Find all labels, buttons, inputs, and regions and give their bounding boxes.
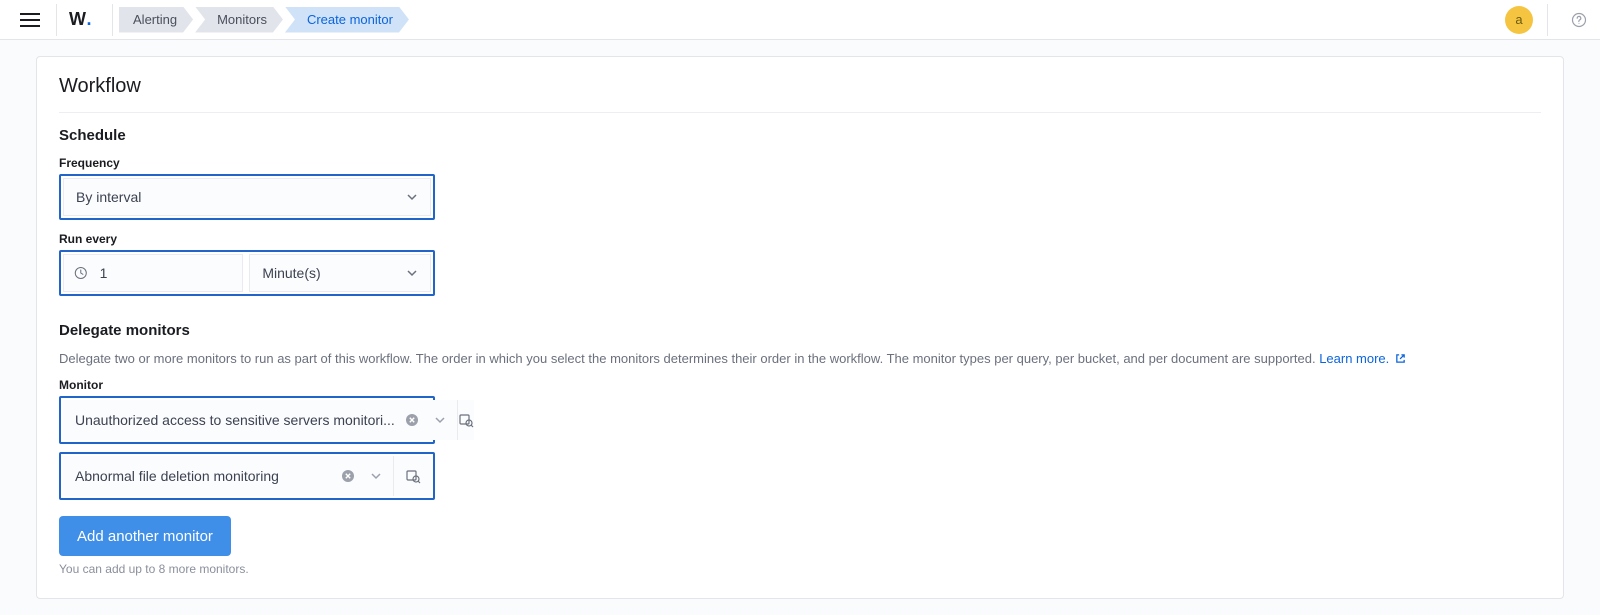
add-another-monitor-button[interactable]: Add another monitor <box>59 516 231 556</box>
delegate-description-text: Delegate two or more monitors to run as … <box>59 351 1319 366</box>
run-every-input-wrap[interactable] <box>63 254 243 292</box>
clock-icon <box>74 265 88 281</box>
chevron-down-icon <box>406 191 418 203</box>
logo-letter: W <box>69 9 87 30</box>
view-monitor-button-2[interactable] <box>393 456 431 496</box>
monitor-select-2[interactable]: Abnormal file deletion monitoring <box>63 456 393 496</box>
monitor-row-1-highlight: Unauthorized access to sensitive servers… <box>59 396 435 444</box>
run-every-unit-select[interactable]: Minute(s) <box>249 254 431 292</box>
chevron-down-icon[interactable] <box>365 465 387 487</box>
monitor-2-value: Abnormal file deletion monitoring <box>75 468 331 484</box>
frequency-field-highlight: By interval <box>59 174 435 220</box>
schedule-heading: Schedule <box>59 127 1541 144</box>
frequency-value: By interval <box>76 189 141 205</box>
monitor-1-value: Unauthorized access to sensitive servers… <box>75 412 395 428</box>
monitor-label: Monitor <box>59 378 1541 392</box>
view-monitor-button-1[interactable] <box>457 400 474 440</box>
panel-title: Workflow <box>59 75 1541 113</box>
breadcrumb-create-monitor[interactable]: Create monitor <box>285 7 409 33</box>
divider <box>56 4 57 36</box>
help-icon[interactable] <box>1568 9 1590 31</box>
frequency-select[interactable]: By interval <box>63 178 431 216</box>
run-every-label: Run every <box>59 232 1541 246</box>
run-every-field-highlight: Minute(s) <box>59 250 435 296</box>
run-every-unit-value: Minute(s) <box>262 265 320 281</box>
learn-more-link[interactable]: Learn more. <box>1319 351 1406 366</box>
app-logo[interactable]: W. <box>69 9 92 30</box>
chevron-down-icon <box>406 267 418 279</box>
chevron-down-icon[interactable] <box>429 409 451 431</box>
breadcrumb-alerting[interactable]: Alerting <box>119 7 193 33</box>
monitor-select-1[interactable]: Unauthorized access to sensitive servers… <box>63 400 457 440</box>
clear-icon[interactable] <box>401 409 423 431</box>
run-every-input[interactable] <box>98 264 233 282</box>
delegate-description: Delegate two or more monitors to run as … <box>59 351 1541 366</box>
divider <box>112 4 113 36</box>
breadcrumb: Alerting Monitors Create monitor <box>119 7 411 33</box>
delegate-heading: Delegate monitors <box>59 322 1541 339</box>
monitor-row-2-highlight: Abnormal file deletion monitoring <box>59 452 435 500</box>
add-monitor-hint: You can add up to 8 more monitors. <box>59 562 1541 576</box>
breadcrumb-monitors[interactable]: Monitors <box>195 7 283 33</box>
frequency-label: Frequency <box>59 156 1541 170</box>
divider <box>1547 4 1548 36</box>
clear-icon[interactable] <box>337 465 359 487</box>
topbar: W. Alerting Monitors Create monitor a <box>0 0 1600 40</box>
workflow-panel: Workflow Schedule Frequency By interval … <box>36 56 1564 599</box>
menu-toggle[interactable] <box>20 10 40 30</box>
external-link-icon <box>1395 353 1406 364</box>
avatar[interactable]: a <box>1505 6 1533 34</box>
logo-dot: . <box>87 9 93 30</box>
